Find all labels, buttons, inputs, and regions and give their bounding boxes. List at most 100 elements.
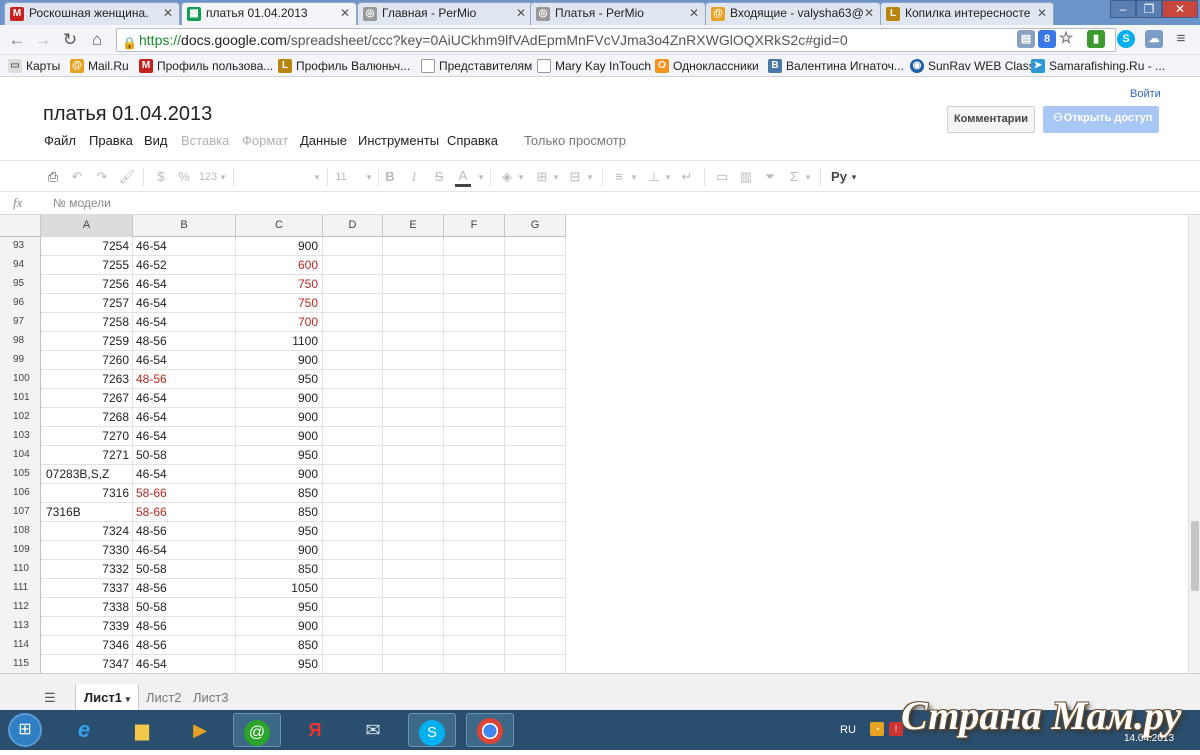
cell-empty[interactable] (444, 256, 505, 275)
cell-model[interactable]: 7258 (41, 313, 133, 332)
menu-edit[interactable]: Правка (89, 133, 133, 148)
cell-model[interactable]: 7339 (41, 617, 133, 636)
address-bar[interactable]: 🔒 https://docs.google.com/spreadsheet/cc… (116, 28, 1116, 52)
cell-empty[interactable] (505, 465, 566, 484)
cell-empty[interactable] (383, 256, 444, 275)
mail-agent-icon[interactable]: @ (233, 713, 281, 747)
column-header-c[interactable]: C (236, 215, 323, 237)
cell-empty[interactable] (383, 332, 444, 351)
cloud-icon[interactable]: ☁ (1145, 30, 1163, 48)
cell-price[interactable]: 700 (236, 313, 323, 332)
menu-data[interactable]: Данные (300, 133, 347, 148)
cell-empty[interactable] (505, 636, 566, 655)
cell-price[interactable]: 1050 (236, 579, 323, 598)
cell-model[interactable]: 7255 (41, 256, 133, 275)
cell-empty[interactable] (444, 617, 505, 636)
google-plus-icon[interactable]: 8 (1038, 30, 1056, 48)
cell-size[interactable]: 48-56 (133, 522, 236, 541)
cell-empty[interactable] (383, 560, 444, 579)
spreadsheet-grid[interactable]: A B C D E F G 93 7254 46-54 900 94 7255 46-52 6… (0, 215, 1188, 673)
cell-empty[interactable] (505, 237, 566, 256)
close-icon[interactable]: ✕ (163, 3, 173, 24)
cell-empty[interactable] (383, 313, 444, 332)
wrap-text-icon[interactable]: ↵ (678, 167, 696, 187)
cell-empty[interactable] (323, 484, 383, 503)
maximize-icon[interactable]: ❐ (1136, 0, 1162, 18)
cell-empty[interactable] (323, 598, 383, 617)
window-close-icon[interactable]: ✕ (1162, 0, 1198, 18)
cell-empty[interactable] (505, 370, 566, 389)
cell-empty[interactable] (383, 427, 444, 446)
skype-taskbar-icon[interactable]: S (408, 713, 456, 747)
bookmark-mailru[interactable]: @ Mail.Ru (70, 58, 129, 74)
cell-empty[interactable] (383, 389, 444, 408)
borders-icon[interactable]: ⊞ (533, 167, 551, 187)
cell-empty[interactable] (444, 636, 505, 655)
cell-price[interactable]: 850 (236, 484, 323, 503)
cell-size[interactable]: 50-58 (133, 560, 236, 579)
column-header-b[interactable]: B (133, 215, 236, 237)
cell-size[interactable]: 46-54 (133, 294, 236, 313)
cell-empty[interactable] (444, 275, 505, 294)
cell-empty[interactable] (505, 541, 566, 560)
cell-price[interactable]: 850 (236, 636, 323, 655)
cell-empty[interactable] (444, 332, 505, 351)
valign-bottom-icon[interactable]: ⊥ (645, 167, 663, 187)
chevron-down-icon[interactable]: ▾ (849, 167, 859, 187)
cell-model[interactable]: 07283B,S,Z (41, 465, 133, 484)
cell-model[interactable]: 7259 (41, 332, 133, 351)
cell-empty[interactable] (505, 598, 566, 617)
chevron-down-icon[interactable]: ▾ (663, 167, 673, 187)
cell-size[interactable]: 48-56 (133, 370, 236, 389)
cell-empty[interactable] (323, 332, 383, 351)
row-number[interactable]: 114 (0, 636, 41, 655)
cell-empty[interactable] (323, 560, 383, 579)
cell-price[interactable]: 600 (236, 256, 323, 275)
menu-icon[interactable]: ≡ (1172, 30, 1190, 48)
cell-size[interactable]: 58-66 (133, 484, 236, 503)
signal-icon[interactable]: ▮ (1087, 30, 1105, 48)
cell-empty[interactable] (505, 294, 566, 313)
cell-empty[interactable] (323, 351, 383, 370)
browser-tab[interactable]: ◎ Главная - PerMio ✕ (357, 2, 533, 25)
bookmark-maps[interactable]: ▭ Карты (8, 58, 60, 74)
cell-empty[interactable] (444, 598, 505, 617)
cell-model[interactable]: 7316 (41, 484, 133, 503)
print-icon[interactable]: ⎙ (44, 167, 62, 187)
bookmark-samarafishing[interactable]: ➤ Samarafishing.Ru - ... (1031, 58, 1165, 74)
cell-price[interactable]: 900 (236, 237, 323, 256)
row-number[interactable]: 100 (0, 370, 41, 389)
yandex-icon[interactable]: Я (291, 713, 339, 747)
cell-empty[interactable] (444, 389, 505, 408)
cell-empty[interactable] (383, 636, 444, 655)
cell-size[interactable]: 46-52 (133, 256, 236, 275)
cell-size[interactable]: 46-54 (133, 655, 236, 673)
menu-help[interactable]: Справка (447, 133, 498, 148)
cell-model[interactable]: 7316B (41, 503, 133, 522)
cell-model[interactable]: 7268 (41, 408, 133, 427)
row-number[interactable]: 113 (0, 617, 41, 636)
cell-empty[interactable] (383, 503, 444, 522)
folder-icon[interactable]: ▆ (118, 713, 166, 747)
menu-view[interactable]: Вид (144, 133, 168, 148)
vertical-scrollbar[interactable] (1188, 215, 1200, 673)
font-family-dropdown[interactable]: ▾ (312, 167, 322, 187)
browser-tab[interactable]: ◎ Платья - PerMio ✕ (530, 2, 706, 25)
cell-model[interactable]: 7257 (41, 294, 133, 313)
redo-icon[interactable]: ↷ (93, 167, 111, 187)
chevron-down-icon[interactable]: ▾ (126, 694, 131, 704)
sheet-tab[interactable]: Лист2 (146, 690, 181, 705)
cell-empty[interactable] (444, 560, 505, 579)
browser-tab-active[interactable]: ▦ платья 01.04.2013 ✕ (181, 2, 357, 25)
sheet-tab[interactable]: Лист3 (193, 690, 228, 705)
cell-empty[interactable] (323, 427, 383, 446)
cell-empty[interactable] (383, 408, 444, 427)
cell-empty[interactable] (505, 522, 566, 541)
cell-size[interactable]: 46-54 (133, 408, 236, 427)
cell-empty[interactable] (444, 484, 505, 503)
cell-size[interactable]: 46-54 (133, 351, 236, 370)
cell-model[interactable]: 7324 (41, 522, 133, 541)
column-header-f[interactable]: F (444, 215, 505, 237)
cell-price[interactable]: 1100 (236, 332, 323, 351)
cell-empty[interactable] (383, 351, 444, 370)
